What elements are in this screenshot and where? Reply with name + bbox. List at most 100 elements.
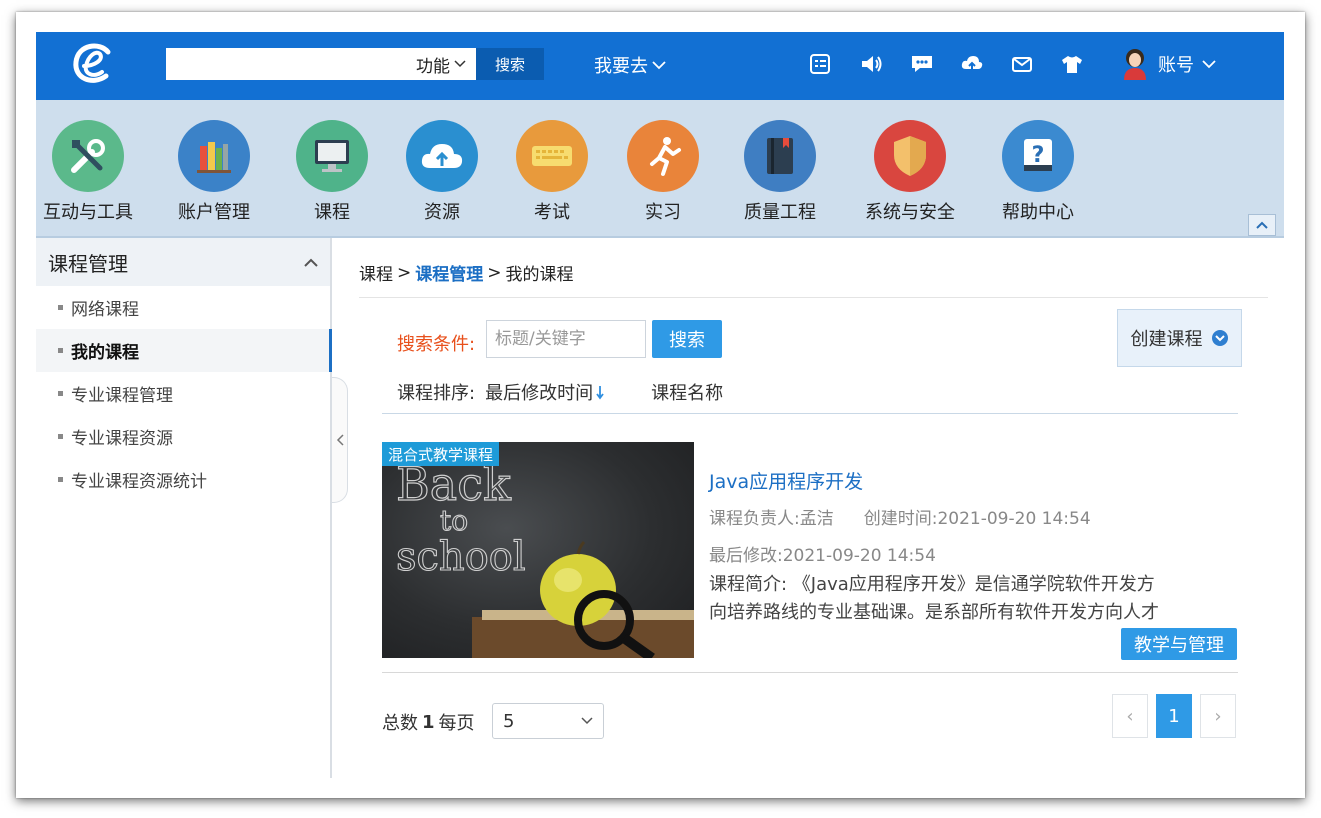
mail-icon[interactable]: [1008, 50, 1036, 78]
teach-manage-button[interactable]: 教学与管理: [1121, 628, 1237, 660]
nav-item-resources[interactable]: 资源: [392, 120, 492, 224]
nav-item-exam[interactable]: 考试: [502, 120, 602, 224]
sidebar-item-online-courses[interactable]: 网络课程: [36, 286, 330, 329]
collapse-nav-button[interactable]: [1248, 214, 1276, 236]
nav-label: 考试: [534, 202, 570, 223]
keyboard-icon: [516, 120, 588, 192]
nav-item-help-center[interactable]: ? 帮助中心: [988, 120, 1088, 224]
sort-by-course-name[interactable]: 课程名称: [651, 379, 723, 405]
sidebar-item-major-course-management[interactable]: 专业课程管理: [36, 372, 330, 415]
chevron-down-icon: [581, 717, 593, 725]
svg-text:?: ?: [1032, 143, 1045, 168]
divider: [359, 297, 1268, 298]
course-thumbnail[interactable]: Back to school: [382, 442, 694, 658]
sidebar-item-label: 专业课程资源统计: [71, 472, 207, 492]
nav-item-account-management[interactable]: 账户管理: [164, 120, 264, 224]
nav-label: 实习: [645, 202, 681, 223]
nav-item-quality-engineering[interactable]: 质量工程: [730, 120, 830, 224]
sidebar-item-label: 网络课程: [71, 300, 139, 320]
sidebar-toggle[interactable]: [332, 377, 348, 503]
sort-by-modified-time[interactable]: 最后修改时间: [485, 379, 605, 405]
app-content: 功能 搜索 我要去 账号 互动与工具 账户管理 课程 资源 考试 实习 质量工程…: [16, 12, 1305, 798]
tools-icon: [52, 120, 124, 192]
runner-icon: [627, 120, 699, 192]
message-icon[interactable]: [908, 50, 936, 78]
nav-item-interaction-tools[interactable]: 互动与工具: [38, 120, 138, 224]
bullet: [58, 348, 63, 353]
prev-page-button[interactable]: ‹: [1112, 694, 1148, 738]
notebook-icon: [744, 120, 816, 192]
nav-item-course[interactable]: 课程: [282, 120, 382, 224]
breadcrumb-course[interactable]: 课程: [359, 260, 393, 285]
main-nav: 互动与工具 账户管理 课程 资源 考试 实习 质量工程 系统与安全 ? 帮助中心: [36, 100, 1284, 238]
sidebar-title: 课程管理: [48, 251, 128, 276]
divider: [382, 672, 1238, 673]
page-size-select[interactable]: 5: [492, 703, 604, 739]
speaker-icon[interactable]: [858, 50, 886, 78]
chevron-left-icon: [336, 434, 344, 446]
sidebar-item-label: 专业课程资源: [71, 429, 173, 449]
breadcrumb-my-courses: 我的课程: [505, 265, 574, 285]
sidebar-item-label: 我的课程: [71, 343, 139, 363]
account-menu[interactable]: 账号: [1120, 48, 1216, 80]
course-meta: 课程负责人:孟洁 创建时间:2021-09-20 14:54: [709, 504, 1091, 529]
nav-label: 系统与安全: [865, 202, 955, 223]
top-search-button[interactable]: 搜索: [476, 48, 544, 80]
goto-menu[interactable]: 我要去: [594, 52, 666, 78]
logo-icon: [73, 43, 111, 83]
divider: [382, 413, 1238, 414]
next-page-button[interactable]: ›: [1200, 694, 1236, 738]
course-created-time: 创建时间:2021-09-20 14:54: [863, 509, 1091, 529]
goto-label: 我要去: [594, 56, 648, 77]
shirt-icon[interactable]: [1058, 50, 1086, 78]
chevron-down-icon: [1202, 59, 1216, 68]
sidebar-header[interactable]: 课程管理: [36, 238, 330, 286]
cloud-upload-icon[interactable]: [958, 50, 986, 78]
bullet: [58, 391, 63, 396]
nav-item-internship[interactable]: 实习: [613, 120, 713, 224]
breadcrumb-course-management[interactable]: 课程管理: [415, 260, 483, 285]
chevron-up-icon: [304, 258, 318, 267]
sidebar-item-resource-statistics[interactable]: 专业课程资源统计: [36, 458, 330, 501]
nav-label: 帮助中心: [1002, 202, 1074, 223]
avatar: [1124, 49, 1146, 80]
sidebar-item-my-courses[interactable]: 我的课程: [36, 329, 332, 372]
course-description: 课程简介: 《Java应用程序开发》是信通学院软件开发方 向培养路线的专业基础课…: [709, 571, 1209, 627]
nav-label: 课程: [314, 202, 350, 223]
list-icon[interactable]: [806, 50, 834, 78]
chalk-text: school: [396, 534, 526, 580]
arrow-down-icon: [596, 386, 604, 400]
course-title-link[interactable]: Java应用程序开发: [709, 467, 863, 494]
bullet: [58, 305, 63, 310]
breadcrumb: 课程 > 课程管理 > 我的课程: [359, 260, 574, 286]
total-label: 总数: [382, 713, 418, 734]
nav-item-system-security[interactable]: 系统与安全: [860, 120, 960, 224]
keyword-search-input[interactable]: [486, 320, 646, 358]
create-course-label: 创建课程: [1130, 329, 1203, 350]
sidebar-item-major-course-resources[interactable]: 专业课程资源: [36, 415, 330, 458]
per-page-label: 每页: [438, 713, 475, 734]
bullet: [58, 434, 63, 439]
course-type-badge: 混合式教学课程: [382, 442, 500, 466]
sort-by-modified-label: 最后修改时间: [485, 383, 594, 404]
total-value: 1: [422, 711, 435, 733]
top-search-input[interactable]: [166, 48, 406, 80]
monitor-icon: [296, 120, 368, 192]
chevron-down-icon: [454, 60, 466, 68]
top-bar: 功能 搜索 我要去 账号: [36, 32, 1284, 100]
create-course-button[interactable]: 创建课程: [1117, 309, 1242, 367]
breadcrumb-separator: >: [487, 262, 502, 283]
search-condition-label: 搜索条件:: [397, 334, 476, 355]
sidebar-item-label: 专业课程管理: [71, 386, 173, 406]
function-select[interactable]: 功能: [406, 48, 476, 80]
back-to-school-image: Back to school: [395, 456, 694, 658]
search-button[interactable]: 搜索: [652, 320, 722, 358]
page-1-button[interactable]: 1: [1156, 694, 1192, 738]
nav-label: 资源: [424, 202, 460, 223]
chevron-up-icon: [1256, 221, 1268, 229]
sidebar: 课程管理 网络课程 我的课程 专业课程管理 专业课程资源 专业课程资源统计: [36, 238, 332, 778]
books-icon: [178, 120, 250, 192]
chalk-text: to: [440, 504, 468, 537]
shield-icon: [874, 120, 946, 192]
nav-label: 质量工程: [744, 202, 816, 223]
